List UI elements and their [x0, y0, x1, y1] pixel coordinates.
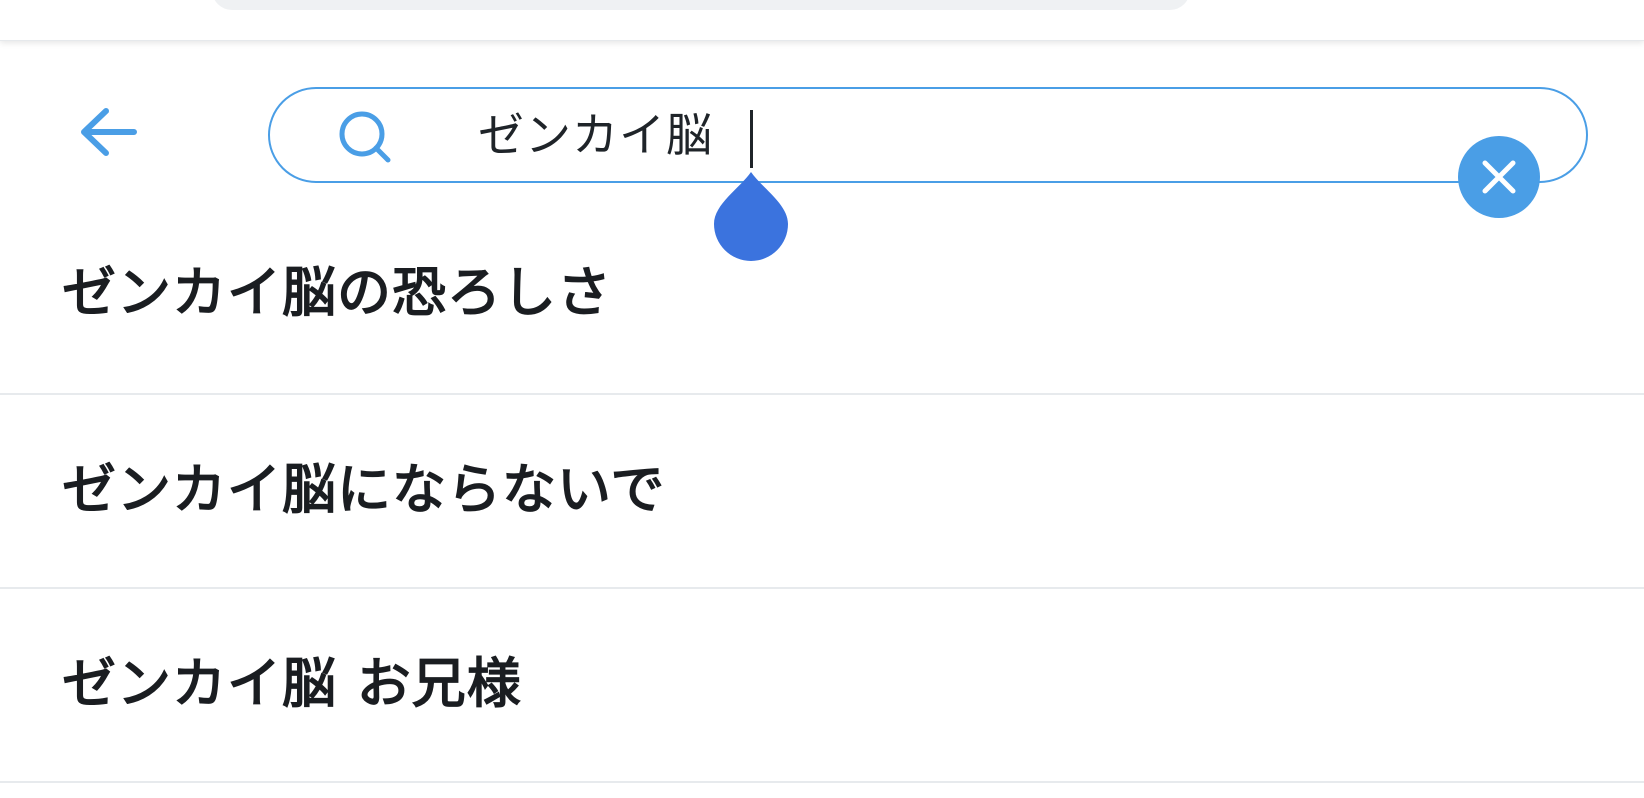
- suggestion-label: ゼンカイ脳の恐ろしさ: [62, 261, 612, 324]
- back-button[interactable]: [72, 102, 142, 162]
- suggestion-item[interactable]: ゼンカイ脳にならないで: [0, 395, 1644, 589]
- search-header: ゼンカイ脳: [0, 40, 1644, 220]
- suggestion-label: ゼンカイ脳 お兄様: [62, 652, 522, 715]
- search-icon: [339, 111, 391, 163]
- suggestion-list: ゼンカイ脳の恐ろしさ ゼンカイ脳にならないで ゼンカイ脳 お兄様: [0, 200, 1644, 783]
- arrow-left-icon: [81, 108, 137, 156]
- search-screen: ゼンカイ脳 ゼンカイ脳の恐ろしさ ゼンカイ脳にならないで ゼンカイ脳 お兄様: [0, 0, 1644, 798]
- suggestion-item[interactable]: ゼンカイ脳 お兄様: [0, 589, 1644, 783]
- search-field[interactable]: ゼンカイ脳: [268, 87, 1588, 183]
- text-caret: [750, 110, 753, 168]
- close-icon: [1482, 160, 1516, 194]
- suggestion-item[interactable]: ゼンカイ脳の恐ろしさ: [0, 200, 1644, 395]
- suggestion-label: ゼンカイ脳にならないで: [62, 458, 666, 521]
- address-bar-edge: [212, 0, 1190, 10]
- search-input[interactable]: ゼンカイ脳: [478, 103, 713, 167]
- top-bar: [0, 0, 1644, 41]
